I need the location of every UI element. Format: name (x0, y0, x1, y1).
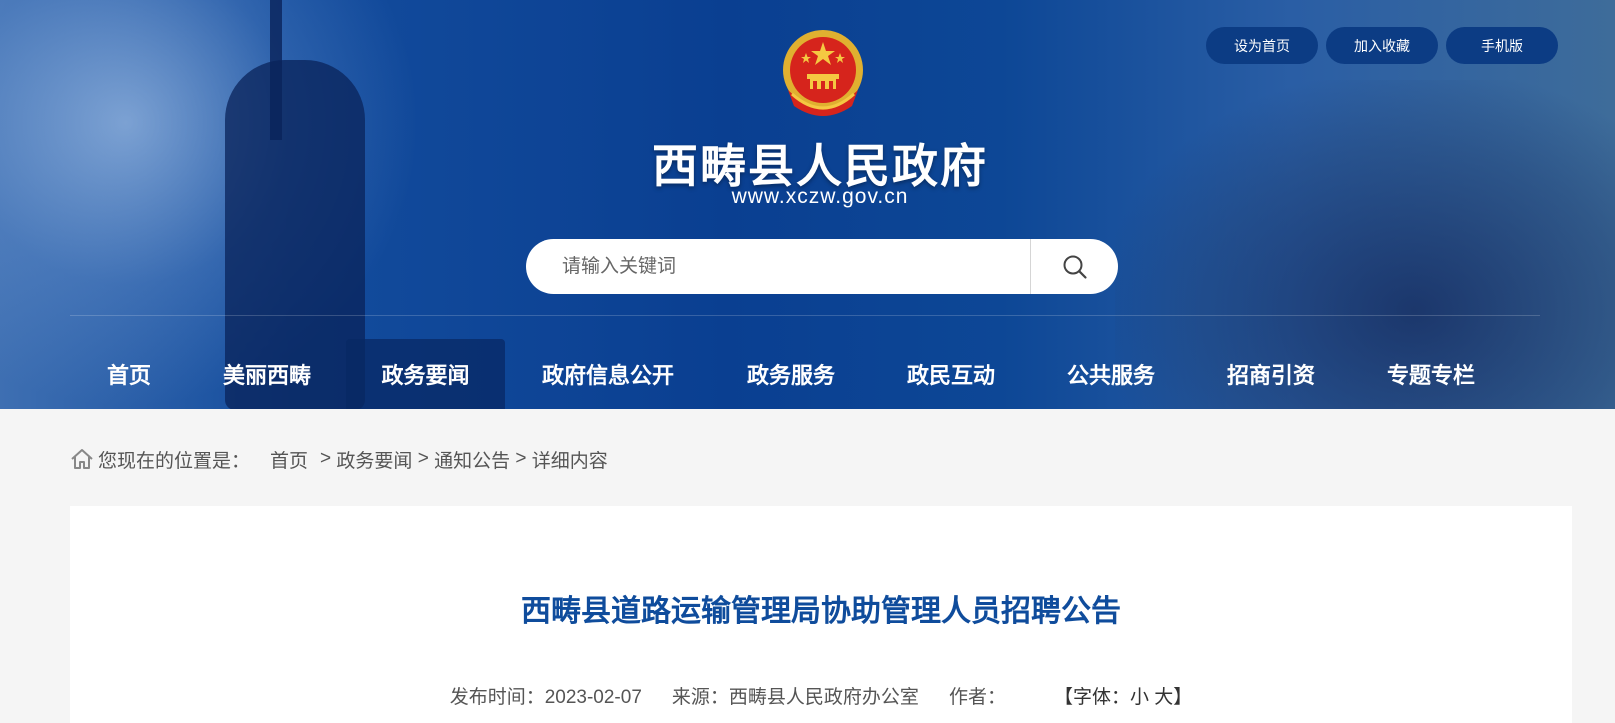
nav-item-home[interactable]: 首页 (70, 339, 188, 409)
mobile-version-link[interactable]: 手机版 (1446, 27, 1558, 64)
breadcrumb-separator: > (320, 448, 332, 469)
font-size-open: 【字体： (1053, 687, 1130, 708)
nav-item-special-topics[interactable]: 专题专栏 (1351, 339, 1511, 409)
nav-item-beautiful-xichou[interactable]: 美丽西畴 (188, 339, 346, 409)
nav-item-gov-info-disclosure[interactable]: 政府信息公开 (505, 339, 711, 409)
set-homepage-link[interactable]: 设为首页 (1206, 27, 1318, 64)
nav-item-government-news[interactable]: 政务要闻 (346, 339, 505, 409)
font-size-close: 】 (1173, 687, 1193, 708)
breadcrumb-separator: > (417, 448, 429, 469)
font-size-small-button[interactable]: 小 (1130, 687, 1149, 708)
breadcrumb-item-government-news[interactable]: 政务要闻 (336, 446, 412, 473)
font-size-large-button[interactable]: 大 (1154, 687, 1173, 708)
nav-item-public-interaction[interactable]: 政民互动 (871, 339, 1031, 409)
search-button[interactable] (1031, 239, 1118, 294)
publish-date: 2023-02-07 (544, 687, 642, 708)
breadcrumb-item-home[interactable]: 首页 (270, 446, 308, 473)
article-meta: 发布时间：2023-02-07 来源：西畴县人民政府办公室 作者： 【字体：小 大】 (70, 682, 1572, 709)
article-title: 西畴县道路运输管理局协助管理人员招聘公告 (521, 595, 1121, 628)
author-label: 作者： (948, 687, 1006, 708)
search-input[interactable] (560, 254, 1024, 279)
breadcrumb: 您现在的位置是： 首页 > 政务要闻 > 通知公告 > 详细内容 (70, 446, 608, 472)
breadcrumb-separator: > (515, 448, 527, 469)
source-value: 西畴县人民政府办公室 (728, 687, 919, 708)
nav-item-gov-services[interactable]: 政务服务 (711, 339, 871, 409)
breadcrumb-item-notices[interactable]: 通知公告 (434, 446, 510, 473)
nav-item-investment[interactable]: 招商引资 (1191, 339, 1351, 409)
search-bar (526, 239, 1118, 294)
breadcrumb-item-detail: 详细内容 (531, 450, 608, 472)
top-links: 设为首页 加入收藏 手机版 (1206, 27, 1558, 64)
add-bookmark-link[interactable]: 加入收藏 (1326, 27, 1438, 64)
search-icon (1063, 255, 1087, 279)
breadcrumb-prefix: 您现在的位置是： (98, 450, 251, 472)
nav-item-public-services[interactable]: 公共服务 (1031, 339, 1191, 409)
site-header: 设为首页 加入收藏 手机版 西畴县人民政府 www.xczw.gov.cn 首页… (0, 0, 1615, 409)
main-nav: 首页 美丽西畴 政务要闻 政府信息公开 政务服务 政民互动 公共服务 招商引资 … (70, 339, 1511, 409)
home-icon (71, 449, 93, 469)
publish-time-label: 发布时间： (449, 687, 545, 708)
header-divider (70, 315, 1540, 316)
national-emblem-icon (783, 30, 863, 116)
site-url: www.xczw.gov.cn (731, 185, 909, 208)
source-label: 来源： (671, 687, 729, 708)
article-container: 西畴县道路运输管理局协助管理人员招聘公告 发布时间：2023-02-07 来源：西… (70, 506, 1572, 723)
